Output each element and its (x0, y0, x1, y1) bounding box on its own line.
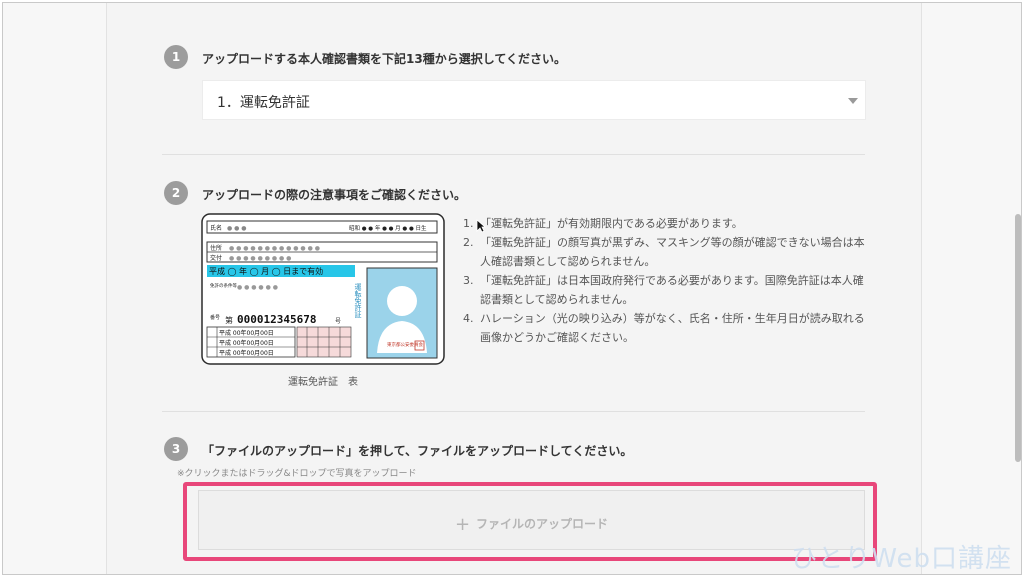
card-number: 000012345678 (237, 313, 316, 326)
watermark: ひとりWeb口講座 (791, 544, 1012, 574)
card-number-suffix: 号 (335, 318, 341, 325)
note-item: 1. 「運転免許証」が有効期限内である必要があります。 (463, 217, 743, 230)
divider (162, 411, 865, 412)
step-2-badge: 2 (164, 181, 188, 205)
card-address-label: 住所 (210, 244, 222, 252)
document-type-value: 1．運転免許証 (217, 95, 310, 111)
divider (162, 154, 865, 155)
step-1-heading: アップロードする本人確認書類を下記13種から選択してください。 (202, 52, 566, 66)
card-dob: 昭和 ● ● 年 ● ● 月 ● ● 日生 (349, 224, 427, 232)
step-3-heading: 「ファイルのアップロード」を押して、ファイルをアップロードしてください。 (202, 444, 633, 458)
upload-highlight-box (183, 482, 877, 561)
note-item: 2. 「運転免許証」の顔写真が黒ずみ、マスキング等の顔が確認できない場合は本人確認… (463, 236, 865, 268)
step-1-badge: 1 (164, 45, 188, 69)
card-valid: 平成 ◯ 年 ◯ 月 ◯ 日まで有効 (209, 266, 323, 276)
notes-list: 1. 「運転免許証」が有効期限内である必要があります。 2. 「運転免許証」の顔写真… (463, 214, 873, 347)
document-type-select[interactable]: 1．運転免許証 (202, 80, 866, 120)
card-issue-label: 交付 (210, 254, 222, 262)
card-date-3: 平成 00年00月00日 (219, 349, 274, 357)
svg-text:● ● ● ● ● ● ● ● ●: ● ● ● ● ● ● ● ● ● (229, 255, 291, 262)
card-name-label: 氏名 (210, 224, 222, 232)
svg-text:番号: 番号 (210, 314, 220, 321)
card-date-1: 平成 00年00月00日 (219, 329, 274, 337)
license-card-image: 氏名 ● ● ● 昭和 ● ● 年 ● ● 月 ● ● 日生 住所 交付 ● ●… (201, 213, 445, 365)
step-3-badge: 3 (164, 437, 188, 461)
note-item: 4. ハレーション（光の映り込み）等がなく、氏名・住所・生年月日が読み取れる画像か… (463, 312, 865, 344)
svg-text:● ● ● ● ● ●: ● ● ● ● ● ● (237, 284, 278, 291)
card-condition-label: 免許の条件等 (210, 282, 237, 289)
card-caption: 運転免許証 表 (288, 377, 358, 388)
card-number-prefix: 第 (225, 315, 233, 325)
chevron-down-icon[interactable] (848, 98, 858, 104)
card-name-dots: ● ● ● (227, 225, 247, 232)
svg-text:● ● ● ● ● ● ● ● ● ● ● ● ●: ● ● ● ● ● ● ● ● ● ● ● ● ● (229, 245, 320, 252)
upload-hint: ※クリックまたはドラッグ&ドロップで写真をアップロード (177, 469, 417, 479)
scrollbar[interactable] (1015, 214, 1021, 462)
card-title-vertical: 運転免許証 (354, 282, 362, 319)
card-date-2: 平成 00年00月00日 (219, 339, 274, 347)
mouse-cursor-icon (476, 219, 486, 233)
note-item: 3. 「運転免許証」は日本国政府発行である必要があります。国際免許証は本人確認書類… (463, 274, 864, 306)
card-issuer: 東京都公安委員会 (387, 341, 423, 348)
step-2-heading: アップロードの際の注意事項をご確認ください。 (202, 188, 467, 202)
